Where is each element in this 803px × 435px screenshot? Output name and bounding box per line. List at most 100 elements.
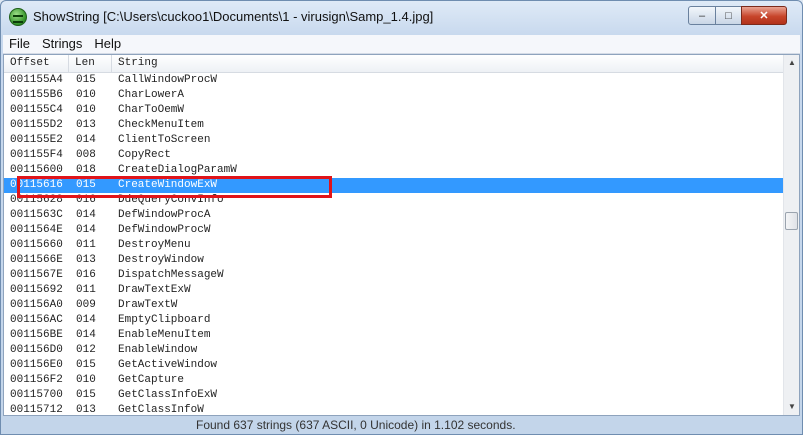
menu-bar: File Strings Help	[3, 35, 800, 54]
offset-cell: 001155A4	[10, 74, 63, 86]
offset-cell: 001156AC	[10, 314, 63, 326]
table-row[interactable]: 0011564E 014 DefWindowProcW	[4, 223, 783, 238]
string-cell: CharLowerA	[118, 89, 185, 101]
scroll-thumb[interactable]	[785, 212, 798, 230]
offset-cell: 0011564E	[10, 224, 63, 236]
offset-cell: 001156D0	[10, 344, 63, 356]
len-cell: 014	[76, 329, 96, 341]
string-cell: DispatchMessageW	[118, 269, 224, 281]
len-cell: 014	[76, 134, 96, 146]
len-cell: 015	[76, 74, 96, 86]
string-cell: DrawTextW	[118, 299, 178, 311]
table-row[interactable]: 001155D2 013 CheckMenuItem	[4, 118, 783, 133]
len-cell: 012	[76, 344, 96, 356]
table-row[interactable]: 0011566E 013 DestroyWindow	[4, 253, 783, 268]
menu-strings[interactable]: Strings	[36, 35, 88, 53]
offset-cell: 001156E0	[10, 359, 63, 371]
table-row[interactable]: 001156BE 014 EnableMenuItem	[4, 328, 783, 343]
offset-cell: 001155B6	[10, 89, 63, 101]
offset-cell: 001155E2	[10, 134, 63, 146]
offset-cell: 001155F4	[10, 149, 63, 161]
offset-cell: 001156BE	[10, 329, 63, 341]
table-row[interactable]: 001156D0 012 EnableWindow	[4, 343, 783, 358]
table-row[interactable]: 001156A0 009 DrawTextW	[4, 298, 783, 313]
status-text: Found 637 strings (637 ASCII, 0 Unicode)…	[196, 418, 516, 432]
offset-cell: 00115700	[10, 389, 63, 401]
len-cell: 015	[76, 389, 96, 401]
offset-cell: 001156F2	[10, 374, 63, 386]
string-cell: DestroyMenu	[118, 239, 191, 251]
menu-help[interactable]: Help	[88, 35, 127, 53]
vertical-scrollbar[interactable]: ▲ ▼	[783, 55, 799, 415]
offset-cell: 0011566E	[10, 254, 63, 266]
scroll-up-arrow-icon[interactable]: ▲	[784, 55, 799, 71]
len-cell: 010	[76, 374, 96, 386]
menu-file[interactable]: File	[3, 35, 36, 53]
string-cell: GetClassInfoExW	[118, 389, 218, 401]
table-row[interactable]: 001156F2 010 GetCapture	[4, 373, 783, 388]
string-cell: EmptyClipboard	[118, 314, 211, 326]
string-cell: CreateWindowExW	[118, 179, 218, 191]
offset-cell: 0011567E	[10, 269, 63, 281]
app-icon	[9, 8, 27, 26]
window-title: ShowString [C:\Users\cuckoo1\Documents\1…	[33, 9, 434, 24]
offset-cell: 00115712	[10, 404, 63, 416]
string-cell: DestroyWindow	[118, 254, 204, 266]
string-cell: DrawTextExW	[118, 284, 191, 296]
table-row[interactable]: 00115692 011 DrawTextExW	[4, 283, 783, 298]
string-cell: CreateDialogParamW	[118, 164, 237, 176]
len-cell: 008	[76, 149, 96, 161]
string-cell: GetCapture	[118, 374, 185, 386]
offset-cell: 00115660	[10, 239, 63, 251]
len-cell: 010	[76, 104, 96, 116]
len-cell: 014	[76, 314, 96, 326]
offset-cell: 001156A0	[10, 299, 63, 311]
column-header-string[interactable]: String	[112, 55, 783, 72]
offset-cell: 00115616	[10, 179, 63, 191]
table-row[interactable]: 001155B6 010 CharLowerA	[4, 88, 783, 103]
len-cell: 014	[76, 209, 96, 221]
len-cell: 016	[76, 269, 96, 281]
minimize-icon: –	[698, 9, 706, 22]
len-cell: 013	[76, 404, 96, 416]
len-cell: 015	[76, 359, 96, 371]
len-cell: 018	[76, 164, 96, 176]
offset-cell: 00115692	[10, 284, 63, 296]
offset-cell: 00115600	[10, 164, 63, 176]
table-row[interactable]: 00115700 015 GetClassInfoExW	[4, 388, 783, 403]
minimize-button[interactable]: –	[688, 6, 716, 25]
table-row[interactable]: 00115600 018 CreateDialogParamW	[4, 163, 783, 178]
offset-cell: 001155D2	[10, 119, 63, 131]
column-header-offset[interactable]: Offset	[4, 55, 69, 72]
table-row[interactable]: 0011567E 016 DispatchMessageW	[4, 268, 783, 283]
len-cell: 013	[76, 119, 96, 131]
len-cell: 015	[76, 179, 96, 191]
status-bar: Found 637 strings (637 ASCII, 0 Unicode)…	[3, 417, 800, 434]
table-row[interactable]: 001155C4 010 CharToOemW	[4, 103, 783, 118]
string-cell: EnableWindow	[118, 344, 198, 356]
table-row[interactable]: 001156AC 014 EmptyClipboard	[4, 313, 783, 328]
offset-cell: 0011563C	[10, 209, 63, 221]
table-row[interactable]: 001155E2 014 ClientToScreen	[4, 133, 783, 148]
table-row[interactable]: 00115628 016 DdeQueryConvInfo	[4, 193, 783, 208]
string-cell: ClientToScreen	[118, 134, 211, 146]
column-header-len[interactable]: Len	[69, 55, 112, 72]
maximize-button[interactable]: □	[715, 6, 742, 25]
string-cell: CopyRect	[118, 149, 171, 161]
table-row[interactable]: 001156E0 015 GetActiveWindow	[4, 358, 783, 373]
len-cell: 011	[76, 239, 96, 251]
table-row[interactable]: 0011563C 014 DefWindowProcA	[4, 208, 783, 223]
len-cell: 009	[76, 299, 96, 311]
title-bar[interactable]: ShowString [C:\Users\cuckoo1\Documents\1…	[1, 1, 802, 35]
len-cell: 014	[76, 224, 96, 236]
offset-cell: 00115628	[10, 194, 63, 206]
table-row[interactable]: 00115712 013 GetClassInfoW	[4, 403, 783, 416]
table-row[interactable]: 001155F4 008 CopyRect	[4, 148, 783, 163]
len-cell: 011	[76, 284, 96, 296]
table-row[interactable]: 00115616 015 CreateWindowExW	[4, 178, 783, 193]
string-cell: GetClassInfoW	[118, 404, 204, 416]
table-row[interactable]: 00115660 011 DestroyMenu	[4, 238, 783, 253]
scroll-down-arrow-icon[interactable]: ▼	[784, 399, 799, 415]
table-row[interactable]: 001155A4 015 CallWindowProcW	[4, 73, 783, 88]
close-button[interactable]: ✕	[741, 6, 787, 25]
